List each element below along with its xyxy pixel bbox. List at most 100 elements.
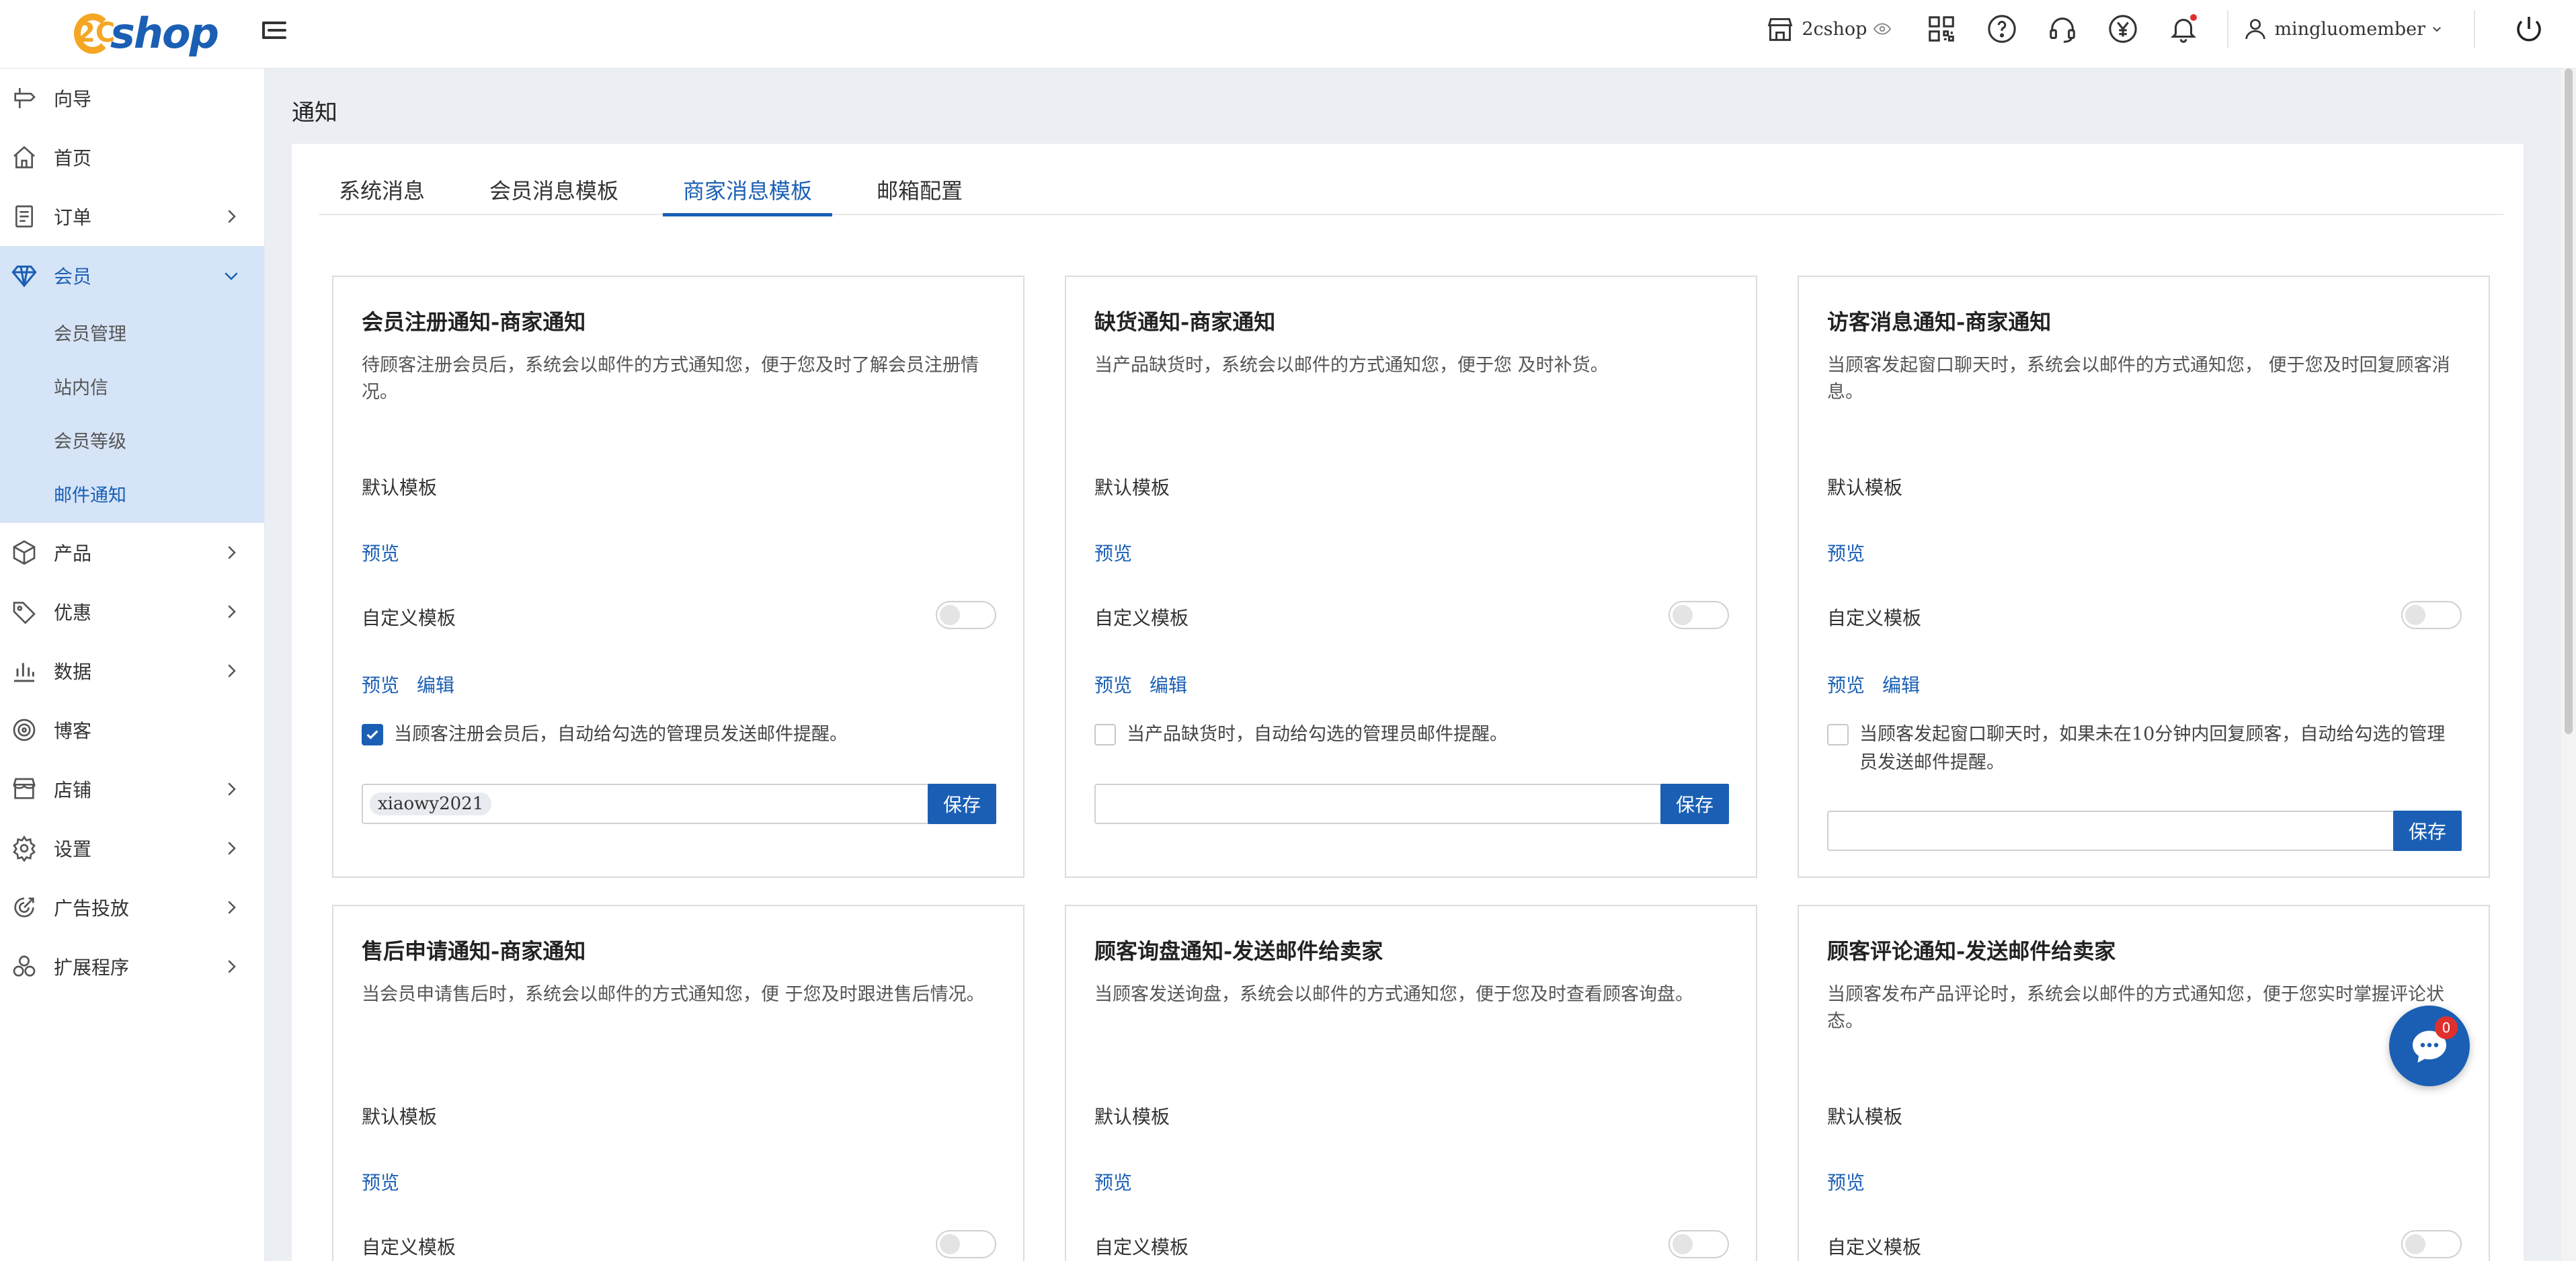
custom-template-toggle[interactable]	[1668, 1230, 1729, 1258]
save-button[interactable]: 保存	[2393, 811, 2462, 851]
admin-select-input[interactable]	[1094, 784, 1660, 824]
user-menu[interactable]: mingluomember	[2242, 15, 2443, 42]
tab-merchant-templates[interactable]: 商家消息模板	[663, 164, 833, 216]
logo[interactable]: 2C shop	[73, 4, 219, 56]
tab-member-templates[interactable]: 会员消息模板	[469, 164, 639, 215]
default-preview-link[interactable]: 预览	[1094, 539, 1132, 566]
logout-power-icon[interactable]	[2509, 9, 2549, 49]
sidebar-item-store[interactable]: 店铺	[0, 760, 264, 819]
tab-mailbox-config[interactable]: 邮箱配置	[856, 164, 983, 215]
admin-tag[interactable]: xiaowy2021	[370, 792, 492, 815]
sidebar-item-guide[interactable]: 向导	[0, 69, 264, 128]
alert-checkbox[interactable]	[1094, 724, 1116, 745]
diamond-icon	[9, 261, 39, 290]
sidebar-subitem-member-management[interactable]: 会员管理	[0, 305, 264, 359]
custom-template-toggle[interactable]	[2401, 601, 2462, 629]
card-title: 访客消息通知-商家通知	[1827, 309, 2052, 335]
currency-icon[interactable]	[2105, 11, 2140, 46]
custom-edit-link[interactable]: 编辑	[417, 671, 454, 698]
custom-template-toggle[interactable]	[936, 601, 996, 629]
notification-card-member-register: 会员注册通知-商家通知 待顾客注册会员后，系统会以邮件的方式通知您，便于您及时了…	[332, 276, 1024, 878]
sidebar-item-ads[interactable]: 广告投放	[0, 878, 264, 937]
sidebar-item-data[interactable]: 数据	[0, 641, 264, 700]
headset-icon[interactable]	[2045, 11, 2080, 46]
default-preview-link[interactable]: 预览	[362, 1168, 399, 1195]
custom-preview-link[interactable]: 预览	[1827, 671, 1865, 698]
sidebar-item-promotions[interactable]: 优惠	[0, 582, 264, 641]
admin-select-row: 保存	[1094, 784, 1729, 824]
help-icon[interactable]	[1984, 11, 2019, 46]
extension-icon	[9, 952, 39, 981]
notification-card-inquiry: 顾客询盘通知-发送邮件给卖家 当顾客发送询盘，系统会以邮件的方式通知您，便于您及…	[1065, 905, 1757, 1261]
sidebar-item-products[interactable]: 产品	[0, 523, 264, 582]
sidebar-item-blog[interactable]: 博客	[0, 700, 264, 760]
admin-email-alert-option[interactable]: 当顾客注册会员后，自动给勾选的管理员发送邮件提醒。	[362, 721, 994, 749]
admin-select-input[interactable]: xiaowy2021	[362, 784, 928, 824]
sidebar-subitem-email-notification[interactable]: 邮件通知	[0, 466, 264, 520]
sidebar-item-extensions[interactable]: 扩展程序	[0, 937, 264, 996]
default-template-label: 默认模板	[1094, 477, 1170, 499]
admin-select-row: 保存	[1827, 811, 2462, 851]
target-icon	[9, 715, 39, 745]
default-template-label: 默认模板	[362, 477, 438, 499]
custom-template-toggle[interactable]	[2401, 1230, 2462, 1258]
default-preview-link[interactable]: 预览	[1827, 1168, 1865, 1195]
sidebar-item-home[interactable]: 首页	[0, 128, 264, 187]
custom-preview-link[interactable]: 预览	[1094, 671, 1132, 698]
custom-template-toggle[interactable]	[936, 1230, 996, 1258]
chat-widget-button[interactable]: 0	[2389, 1006, 2470, 1086]
menu-collapse-icon[interactable]	[258, 13, 292, 47]
alert-checkbox-label: 当产品缺货时，自动给勾选的管理员邮件提醒。	[1127, 724, 1508, 745]
alert-checkbox[interactable]	[1827, 724, 1849, 745]
tab-system-messages[interactable]: 系统消息	[319, 164, 445, 215]
custom-template-label: 自定义模板	[362, 1236, 456, 1258]
signpost-icon	[9, 83, 39, 113]
card-description: 当顾客发起窗口聊天时，系统会以邮件的方式通知您， 便于您及时回复顾客消息。	[1827, 355, 2450, 403]
admin-select-input[interactable]	[1827, 811, 2393, 851]
custom-template-toggle[interactable]	[1668, 601, 1729, 629]
sidebar: 向导 首页 订单 会员 会员管理 站内信 会员等级 邮件通知 产品 优惠 数据 …	[0, 69, 265, 1261]
alert-checkbox[interactable]	[362, 724, 383, 745]
default-preview-link[interactable]: 预览	[362, 539, 399, 566]
page-title: 通知	[292, 99, 337, 126]
scrollbar-thumb[interactable]	[2565, 69, 2573, 734]
notification-card-after-sales: 售后申请通知-商家通知 当会员申请售后时，系统会以邮件的方式通知您，便 于您及时…	[332, 905, 1024, 1261]
chevron-right-icon	[228, 546, 236, 559]
save-button[interactable]: 保存	[1660, 784, 1729, 824]
custom-preview-link[interactable]: 预览	[362, 671, 399, 698]
notification-bell-icon[interactable]	[2166, 11, 2201, 46]
sidebar-item-members[interactable]: 会员	[0, 246, 264, 305]
admin-email-alert-option[interactable]: 当产品缺货时，自动给勾选的管理员邮件提醒。	[1094, 721, 1726, 749]
sidebar-item-settings[interactable]: 设置	[0, 819, 264, 878]
chevron-right-icon	[228, 210, 236, 223]
custom-edit-link[interactable]: 编辑	[1882, 671, 1920, 698]
default-preview-link[interactable]: 预览	[1827, 539, 1865, 566]
admin-email-alert-option[interactable]: 当顾客发起窗口聊天时，如果未在10分钟内回复顾客，自动给勾选的管理员发送邮件提醒…	[1827, 721, 2459, 777]
save-button[interactable]: 保存	[928, 784, 996, 824]
shop-switcher[interactable]: 2cshop	[1765, 15, 1892, 42]
sidebar-subitem-member-level[interactable]: 会员等级	[0, 413, 264, 466]
shop-name: 2cshop	[1802, 18, 1867, 40]
box-icon	[9, 538, 39, 567]
default-preview-link[interactable]: 预览	[1094, 1168, 1132, 1195]
card-title: 缺货通知-商家通知	[1094, 309, 1276, 335]
sidebar-subitem-inbox[interactable]: 站内信	[0, 359, 264, 413]
chevron-right-icon	[228, 842, 236, 855]
notification-card-visitor-message: 访客消息通知-商家通知 当顾客发起窗口聊天时，系统会以邮件的方式通知您， 便于您…	[1798, 276, 2490, 878]
chevron-right-icon	[228, 901, 236, 914]
card-description: 当会员申请售后时，系统会以邮件的方式通知您，便 于您及时跟进售后情况。	[362, 984, 985, 1005]
custom-template-label: 自定义模板	[1094, 607, 1189, 629]
sidebar-item-orders[interactable]: 订单	[0, 187, 264, 246]
page-scrollbar[interactable]	[2561, 69, 2576, 1261]
notification-card-review: 顾客评论通知-发送邮件给卖家 当顾客发布产品评论时，系统会以邮件的方式通知您，便…	[1798, 905, 2490, 1261]
custom-template-label: 自定义模板	[1827, 1236, 1922, 1258]
custom-edit-link[interactable]: 编辑	[1150, 671, 1187, 698]
user-icon	[2245, 19, 2266, 40]
tag-icon	[9, 597, 39, 626]
top-header: 2C shop 2cshop mingluomember	[0, 0, 2576, 69]
chevron-right-icon	[228, 782, 236, 796]
alert-checkbox-label: 当顾客发起窗口聊天时，如果未在10分钟内回复顾客，自动给勾选的管理员发送邮件提醒…	[1859, 724, 2446, 773]
eye-icon[interactable]	[1874, 23, 1892, 35]
header-toolbar: 2cshop mingluomember	[1765, 0, 2576, 58]
qrcode-icon[interactable]	[1924, 11, 1959, 46]
